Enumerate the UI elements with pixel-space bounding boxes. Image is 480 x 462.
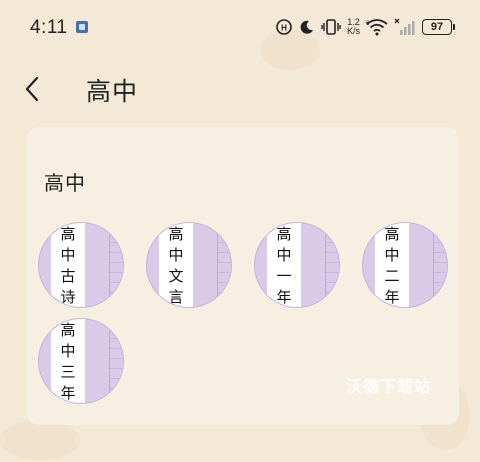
- network-speed-unit: K/s: [346, 26, 360, 36]
- book-label: 高中文言: [159, 223, 193, 307]
- book-label-char: 言: [168, 288, 184, 306]
- book-item[interactable]: 高中文言: [146, 222, 232, 308]
- network-speed: 1.2 K/s: [347, 18, 360, 36]
- watermark: 沃德下载站: [345, 377, 431, 396]
- book-label-char: 高: [60, 225, 76, 243]
- book-label-char: 年: [60, 384, 76, 402]
- book-label-char: 高: [168, 225, 184, 243]
- chevron-left-icon: [25, 76, 39, 102]
- book-label: 高中三年: [51, 319, 85, 403]
- page-title: 高中: [86, 77, 139, 106]
- book-cover: 高中古诗: [38, 222, 124, 308]
- book-item[interactable]: 高中古诗: [38, 222, 124, 308]
- book-label-char: 中: [384, 246, 400, 264]
- book-label-char: 年: [276, 288, 292, 306]
- background-texture: [0, 420, 80, 460]
- book-cover: 高中一年: [254, 222, 340, 308]
- data-saver-icon: H: [275, 18, 293, 36]
- book-label-char: 年: [384, 288, 400, 306]
- section-card: 高中 高中古诗 高中文言 高中一年 高中二年 高 中 三 年 沃德下载站: [27, 127, 459, 425]
- book-item[interactable]: 高中一年: [254, 222, 340, 308]
- book-label-char: 中: [168, 246, 184, 264]
- book-label-char: 一: [276, 267, 292, 285]
- book-label-char: 高: [384, 225, 400, 243]
- book-label-char: 高: [276, 225, 292, 243]
- status-bar: 4:11 H 1.2 K/s 6 97: [0, 0, 480, 52]
- app-notification-icon: [76, 21, 88, 33]
- book-label-char: 中: [60, 246, 76, 264]
- signal-icon: [394, 18, 416, 36]
- book-label-char: 文: [168, 267, 184, 285]
- battery-indicator: 97: [422, 19, 455, 35]
- back-button[interactable]: [18, 72, 48, 106]
- status-time: 4:11: [30, 17, 68, 38]
- book-cover: 高中二年: [362, 222, 448, 308]
- book-label-char: 中: [60, 342, 76, 360]
- book-label: 高中古诗: [51, 223, 85, 307]
- moon-icon: [299, 19, 315, 35]
- vibrate-icon: [321, 18, 341, 36]
- book-label-char: 二: [384, 267, 400, 285]
- battery-level: 97: [430, 21, 444, 33]
- svg-text:H: H: [281, 24, 287, 33]
- book-label: 高中二年: [375, 223, 409, 307]
- book-item[interactable]: 高中二年: [362, 222, 448, 308]
- book-label-char: 诗: [60, 288, 76, 306]
- book-label-char: 三: [60, 363, 76, 381]
- section-title: 高中: [44, 171, 86, 195]
- book-cover: 高中文言: [146, 222, 232, 308]
- book-label-char: 高: [60, 321, 76, 339]
- book-label: 高中一年: [267, 223, 301, 307]
- wifi-icon: 6: [366, 18, 388, 36]
- book-cover: 高中三年: [38, 318, 124, 404]
- book-item[interactable]: 高中三年: [38, 318, 124, 404]
- book-label-char: 古: [60, 267, 76, 285]
- book-label-char: 中: [276, 246, 292, 264]
- status-icons: H 1.2 K/s 6 97: [275, 14, 455, 40]
